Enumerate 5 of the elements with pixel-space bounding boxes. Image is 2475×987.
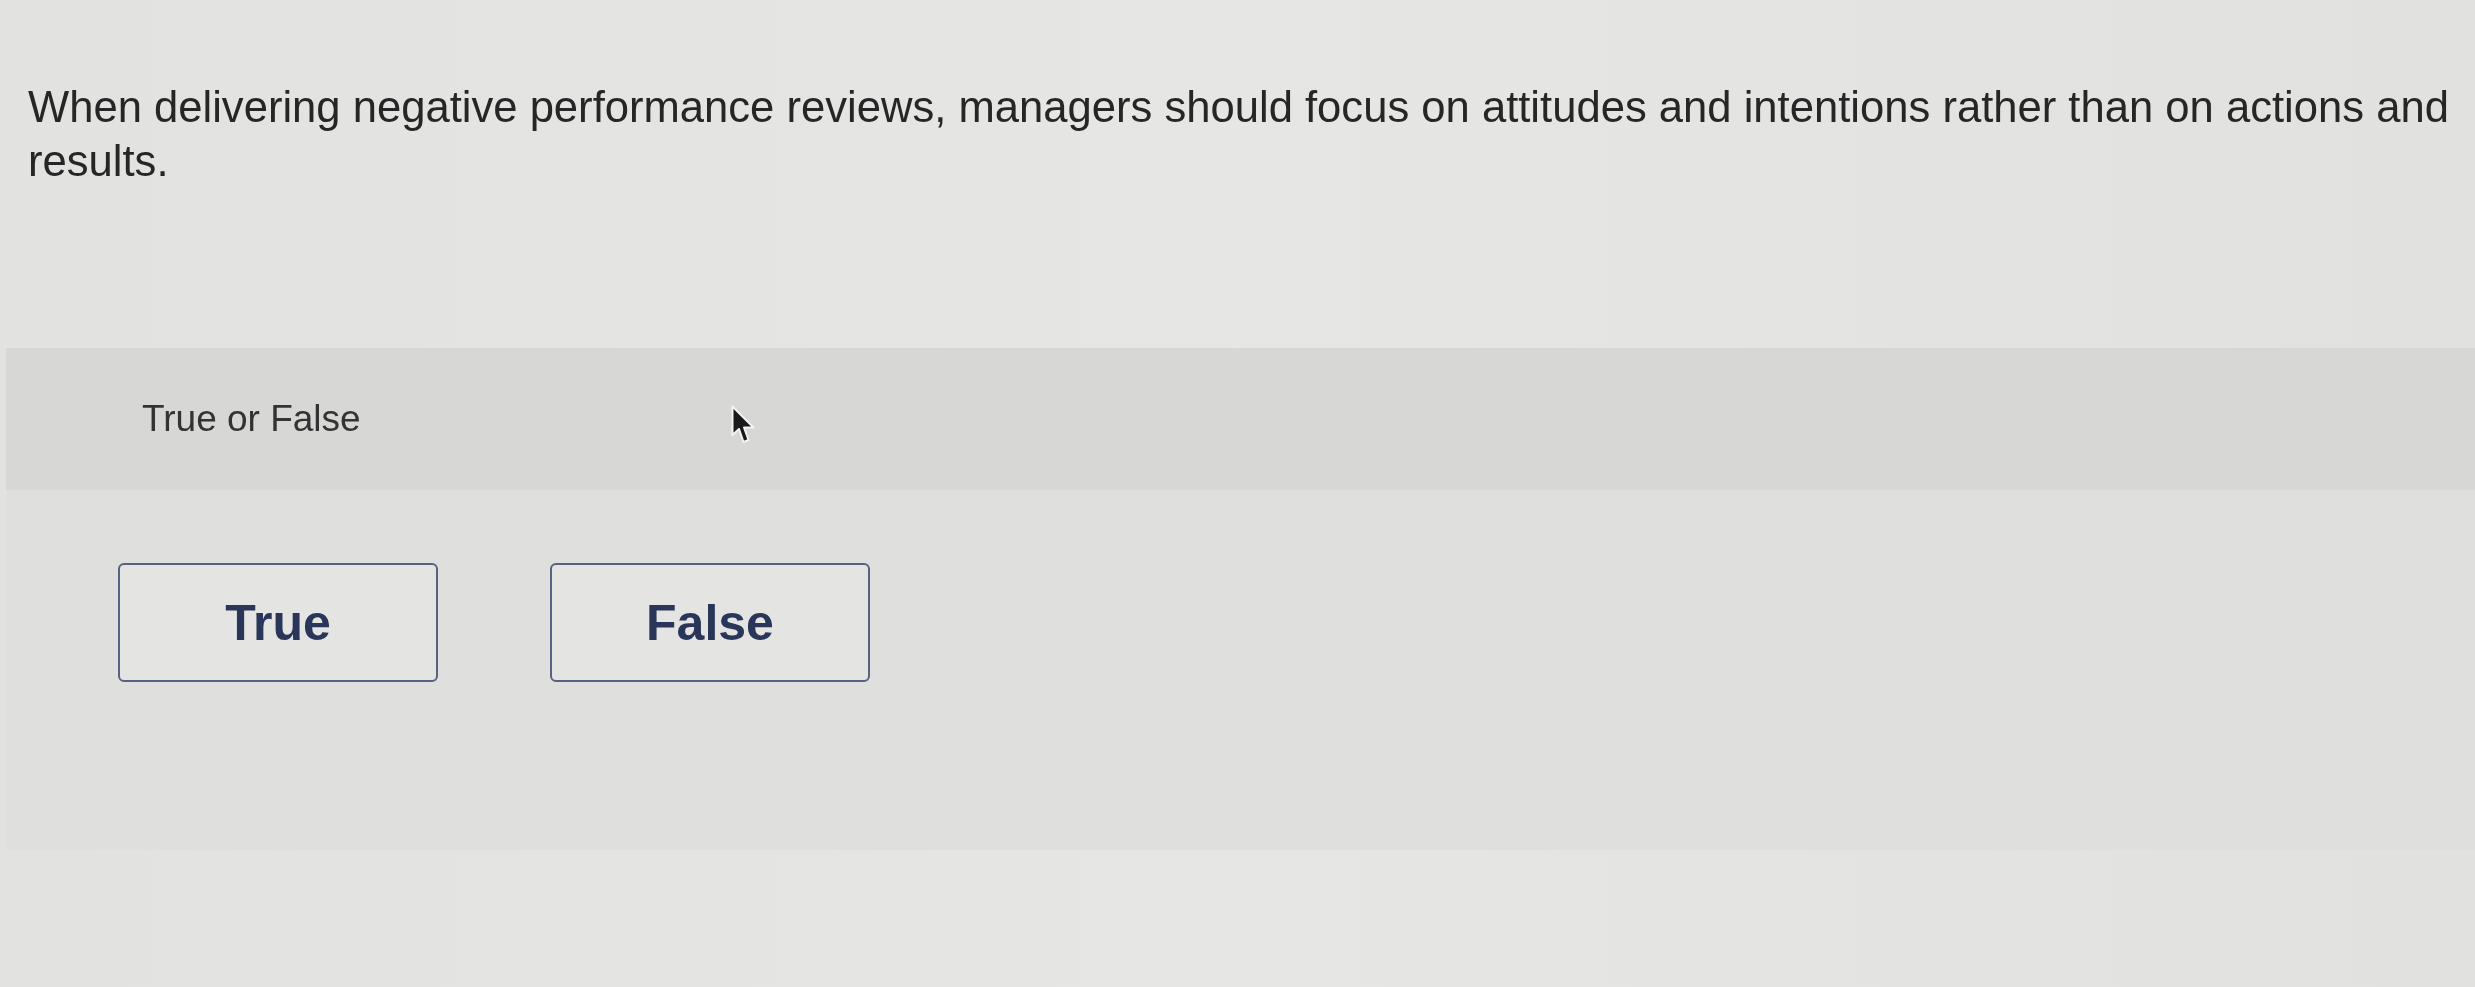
question-text: When delivering negative performance reviews, managers should focus on attitudes and intentions rather than on actions and results. bbox=[28, 82, 2450, 187]
answer-button[interactable]: True bbox=[118, 563, 438, 682]
cursor-icon bbox=[731, 405, 757, 445]
prompt-label: True or False bbox=[142, 397, 361, 441]
answer-button[interactable]: False bbox=[550, 563, 870, 682]
